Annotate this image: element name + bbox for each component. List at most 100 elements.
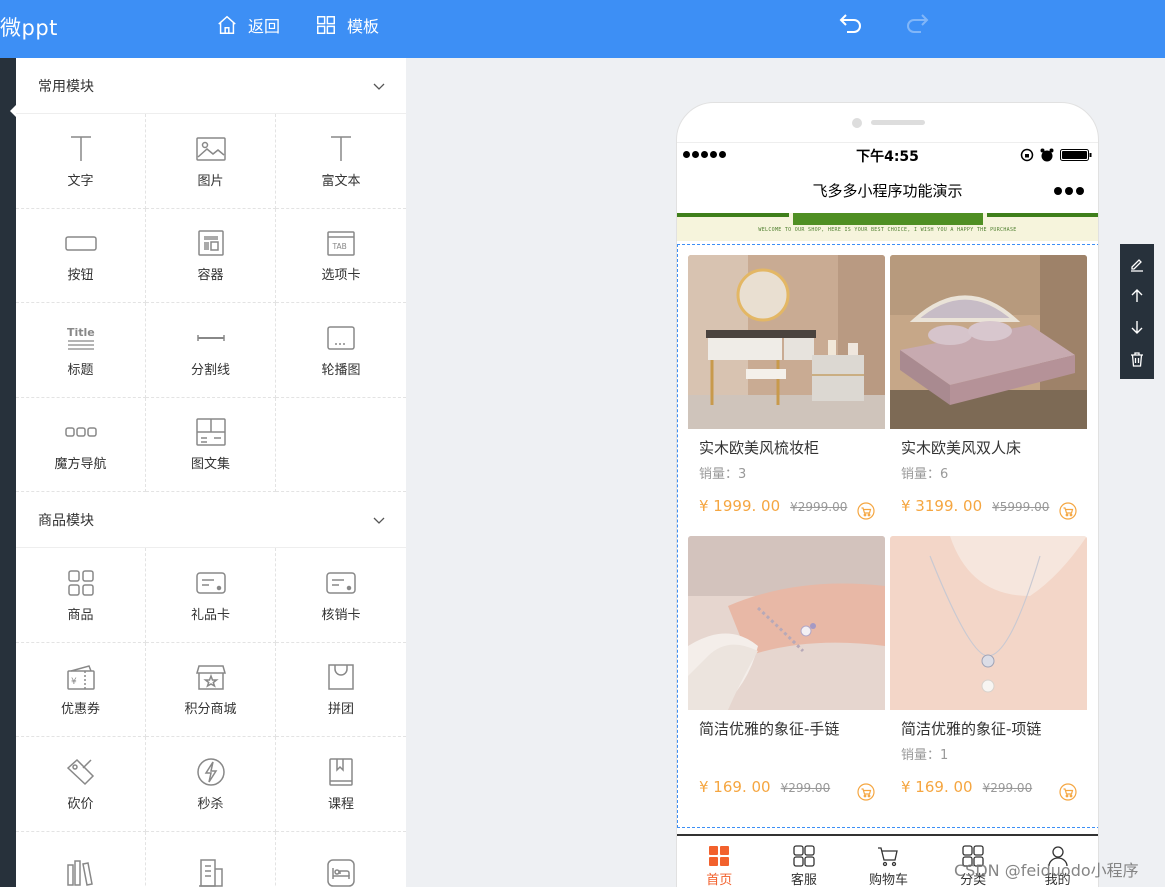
- product-price: ¥ 169. 00: [901, 778, 973, 796]
- module-flash-sale[interactable]: 秒杀: [146, 737, 276, 832]
- product-card[interactable]: 实木欧美风梳妆柜 销量：3 ¥ 1999. 00 ¥2999.00: [688, 255, 885, 520]
- undo-icon[interactable]: [838, 11, 864, 37]
- title-icon: Title: [67, 326, 95, 350]
- module-image-text[interactable]: 图文集: [146, 397, 276, 492]
- product-sales: [699, 748, 885, 764]
- button-icon: [64, 236, 97, 251]
- page-header: 飞多多小程序功能演示: [677, 167, 1098, 213]
- tab-service[interactable]: 客服: [762, 836, 847, 887]
- speaker: [871, 120, 925, 125]
- module-more-3[interactable]: [276, 832, 406, 887]
- product-card[interactable]: 简洁优雅的象征-项链 销量：1 ¥ 169. 00 ¥299.00: [890, 536, 1087, 801]
- redo-icon[interactable]: [904, 11, 930, 37]
- template-label: 模板: [347, 17, 380, 36]
- shop-banner[interactable]: WELCOME TO OUR SHOP, HERE IS YOUR BEST C…: [677, 213, 1098, 241]
- grid-icon: [317, 16, 335, 34]
- camera: [852, 118, 862, 128]
- banner-text: WELCOME TO OUR SHOP, HERE IS YOUR BEST C…: [758, 227, 1017, 233]
- module-title[interactable]: Title 标题: [16, 303, 146, 398]
- goods-list[interactable]: 实木欧美风梳妆柜 销量：3 ¥ 1999. 00 ¥2999.00 实木欧美风双…: [677, 244, 1098, 828]
- goods-module-grid: 商品 礼品卡 核销卡 ¥ 优惠券 积分商城 拼团 砍价 秒杀 课程: [16, 548, 406, 887]
- module-cube-nav[interactable]: 魔方导航: [16, 397, 146, 492]
- tab-home[interactable]: 首页: [677, 836, 762, 887]
- banner-plate: [793, 213, 983, 225]
- course-icon: [329, 758, 353, 786]
- product-sales: 销量：6: [901, 467, 949, 482]
- building-icon: [198, 859, 223, 887]
- page-title: 飞多多小程序功能演示: [812, 182, 963, 200]
- module-goods[interactable]: 商品: [16, 548, 146, 643]
- section-common-title: 常用模块: [38, 78, 94, 95]
- product-old-price: ¥2999.00: [790, 500, 848, 514]
- product-price: ¥ 3199. 00: [901, 497, 983, 515]
- section-goods[interactable]: 商品模块: [16, 492, 406, 548]
- side-rail: [0, 58, 17, 887]
- arrow-up-icon[interactable]: [1129, 288, 1145, 304]
- module-container[interactable]: 容器: [146, 208, 276, 303]
- home-icon: [218, 15, 236, 34]
- add-to-cart-icon[interactable]: [1059, 502, 1077, 520]
- module-bargain[interactable]: 砍价: [16, 737, 146, 832]
- module-tab[interactable]: TAB 选项卡: [276, 209, 406, 303]
- module-carousel[interactable]: 轮播图: [276, 303, 406, 398]
- section-common[interactable]: 常用模块: [16, 58, 406, 114]
- product-card[interactable]: 实木欧美风双人床 销量：6 ¥ 3199. 00 ¥5999.00: [890, 255, 1087, 520]
- module-text[interactable]: 文字: [16, 114, 146, 209]
- gift-card-icon: [195, 572, 226, 594]
- rich-text-icon: [331, 136, 351, 161]
- add-to-cart-icon[interactable]: [1059, 783, 1077, 801]
- back-button[interactable]: 返回: [216, 13, 280, 37]
- module-group-buy[interactable]: 拼团: [276, 643, 406, 737]
- verify-card-icon: [326, 572, 356, 594]
- cube-nav-icon: [64, 427, 97, 437]
- module-image[interactable]: 图片: [146, 114, 276, 209]
- product-sales: 销量：1: [901, 748, 949, 763]
- app-logo: 微ppt: [0, 16, 58, 40]
- product-image: [688, 536, 885, 710]
- books-icon: [66, 860, 93, 887]
- status-bar: 下午4:55: [677, 143, 1098, 167]
- more-icon[interactable]: [1054, 187, 1084, 195]
- product-name: 简洁优雅的象征-项链: [901, 720, 1042, 738]
- group-buy-icon: [328, 664, 354, 690]
- module-gift-card[interactable]: 礼品卡: [146, 548, 276, 643]
- module-button[interactable]: 按钮: [16, 208, 146, 303]
- product-name: 实木欧美风梳妆柜: [699, 439, 820, 457]
- chevron-down-icon[interactable]: [372, 79, 386, 93]
- battery-icon: [1060, 149, 1092, 161]
- tab-cart[interactable]: 购物车: [846, 836, 931, 887]
- module-more-2[interactable]: [146, 831, 276, 887]
- cart-icon: [878, 847, 899, 867]
- text-icon: [70, 136, 91, 161]
- template-button[interactable]: 模板: [315, 13, 379, 37]
- module-course[interactable]: 课程: [276, 737, 406, 832]
- module-more-1[interactable]: [16, 831, 146, 887]
- svg-text:Title: Title: [67, 326, 95, 339]
- trash-icon[interactable]: [1129, 351, 1145, 367]
- module-verify-card[interactable]: 核销卡: [276, 548, 406, 643]
- module-panel: 常用模块 文字 图片 富文本 按钮 容器 TAB 选项卡 Title 标题 分割…: [16, 58, 406, 887]
- module-divider[interactable]: 分割线: [146, 303, 276, 398]
- product-card[interactable]: 简洁优雅的象征-手链 ¥ 169. 00 ¥299.00: [688, 536, 885, 801]
- product-image: [890, 536, 1087, 710]
- component-toolbar: [1120, 244, 1154, 379]
- module-rich-text[interactable]: 富文本: [276, 114, 406, 209]
- edit-icon[interactable]: [1129, 256, 1145, 272]
- add-to-cart-icon[interactable]: [857, 783, 875, 801]
- svg-text:TAB: TAB: [332, 242, 347, 251]
- module-points-mall[interactable]: 积分商城: [146, 642, 276, 737]
- svg-text:¥: ¥: [71, 677, 77, 687]
- add-to-cart-icon[interactable]: [857, 502, 875, 520]
- points-mall-icon: [195, 665, 226, 690]
- product-old-price: ¥299.00: [982, 781, 1033, 795]
- product-sales: 销量：3: [699, 467, 747, 482]
- bargain-icon: [66, 758, 94, 785]
- module-coupon[interactable]: ¥ 优惠券: [16, 642, 146, 737]
- arrow-down-icon[interactable]: [1129, 319, 1145, 335]
- alarm-icon: [1040, 148, 1054, 162]
- coupon-icon: ¥: [66, 665, 95, 690]
- product-image: [890, 255, 1087, 429]
- chevron-down-icon[interactable]: [372, 513, 386, 527]
- product-price: ¥ 1999. 00: [699, 497, 781, 515]
- top-bar: 微ppt 返回 模板: [0, 0, 1165, 58]
